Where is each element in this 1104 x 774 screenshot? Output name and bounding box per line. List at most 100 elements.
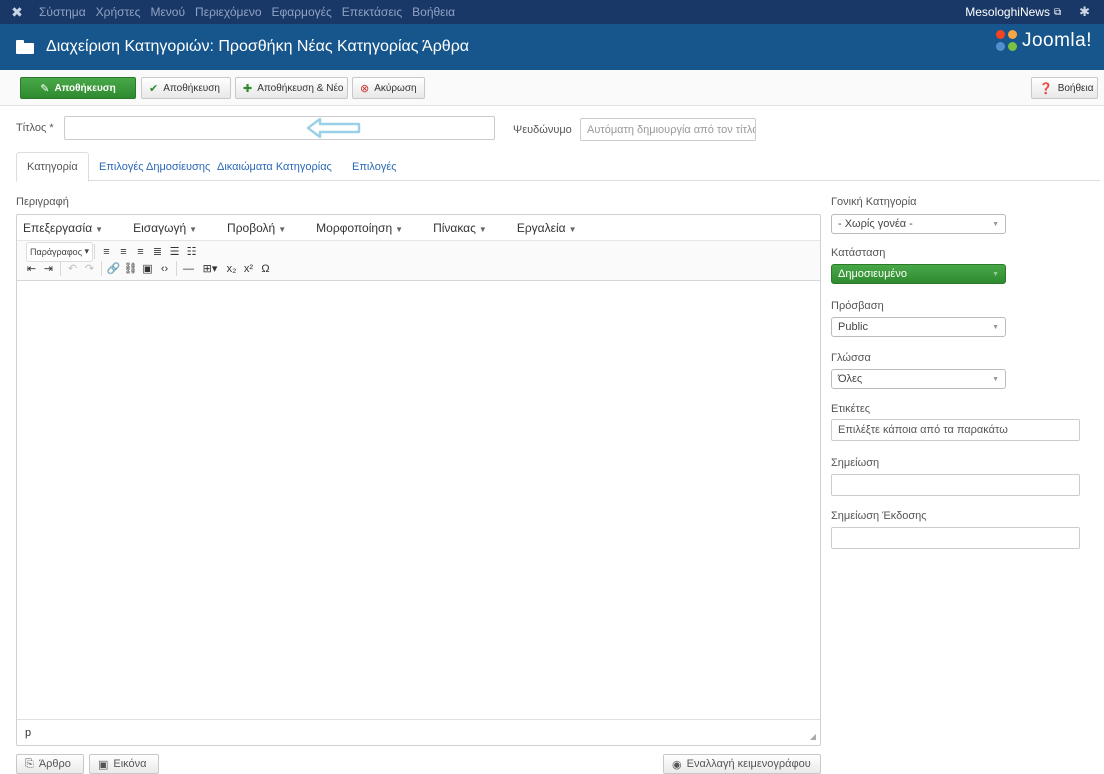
insert-image-button[interactable]: ▣ Εικόνα: [89, 754, 159, 774]
cancel-button-label: Ακύρωση: [374, 82, 417, 94]
language-value: Όλες: [838, 373, 863, 385]
toolbar-divider: [98, 261, 102, 276]
parent-label: Γονική Κατηγορία: [831, 196, 917, 208]
align-right-icon[interactable]: ≡: [132, 244, 149, 259]
tab-publishing[interactable]: Επιλογές Δημοσίευσης: [89, 152, 220, 181]
gear-icon[interactable]: ✱: [1079, 4, 1090, 20]
table-icon[interactable]: ⊞▾: [197, 261, 223, 276]
subscript-icon[interactable]: x₂: [223, 261, 240, 276]
note-input[interactable]: [831, 474, 1080, 496]
cancel-button[interactable]: ⊗ Ακύρωση: [352, 77, 425, 99]
editor-menu-insert[interactable]: Εισαγωγή ▼: [133, 221, 212, 235]
save-close-button[interactable]: ✔ Αποθήκευση: [141, 77, 231, 99]
editor-menu-format[interactable]: Μορφοποίηση ▼: [316, 221, 418, 235]
joomla-logo-text: Joomla!: [1021, 30, 1092, 51]
access-value: Public: [838, 321, 868, 333]
undo-icon[interactable]: ↶: [64, 261, 81, 276]
description-editor: Επεξεργασία ▼ Εισαγωγή ▼ Προβολή ▼ Μορφοποί…: [16, 214, 821, 746]
editor-toolbar: B I U S ≡ ≡ ≡ ≣ Παράγραφος ▾ ☰ ☷ ⇤ ⇥ ↶ ↷…: [17, 241, 820, 281]
status-value: Δημοσιευμένο: [838, 268, 907, 280]
format-select[interactable]: Παράγραφος ▾: [26, 241, 94, 262]
check-icon: ✔: [149, 82, 159, 95]
editor-content-area[interactable]: [17, 283, 820, 719]
code-icon[interactable]: ‹›: [156, 261, 173, 276]
question-icon: ❓: [1039, 82, 1053, 95]
superscript-icon[interactable]: x²: [240, 261, 257, 276]
editor-menubar: Επεξεργασία ▼ Εισαγωγή ▼ Προβολή ▼ Μορφοποί…: [17, 215, 820, 241]
tags-input[interactable]: Επιλέξτε κάποια από τα παρακάτω: [831, 419, 1080, 441]
version-note-label: Σημείωση Έκδοσης: [831, 510, 927, 522]
note-label: Σημείωση: [831, 457, 880, 469]
status-label: Κατάσταση: [831, 247, 886, 259]
cancel-icon: ⊗: [360, 82, 370, 95]
joomla-logo: Joomla!: [995, 30, 1092, 52]
insert-image-label: Εικόνα: [113, 758, 147, 770]
toggle-editor-label: Εναλλαγή κειμενογράφου: [686, 758, 811, 770]
menu-system[interactable]: Σύστημα: [34, 5, 91, 19]
menu-content[interactable]: Περιεχόμενο: [190, 5, 266, 19]
form-tabs: Κατηγορία Επιλογές Δημοσίευσης Δικαιώματ…: [16, 152, 1100, 182]
numbered-list-icon[interactable]: ☷: [183, 244, 200, 259]
title-input[interactable]: [64, 116, 495, 140]
element-path[interactable]: p: [25, 727, 31, 739]
folder-icon: [16, 40, 34, 54]
resize-handle-icon[interactable]: ◢: [810, 732, 816, 741]
site-name-link[interactable]: MesologhiNews: [965, 5, 1050, 19]
editor-menu-view[interactable]: Προβολή ▼: [227, 221, 301, 235]
status-select[interactable]: Δημοσιευμένο ▼: [831, 264, 1006, 284]
save-new-button[interactable]: ✚ Αποθήκευση & Νέο: [235, 77, 348, 99]
indent-icon[interactable]: ⇥: [40, 261, 57, 276]
plus-icon: ✚: [243, 82, 253, 95]
page-header: Διαχείριση Κατηγοριών: Προσθήκη Νέας Κατ…: [0, 24, 1104, 70]
joomla-logo-icon: [995, 30, 1018, 52]
tab-permissions[interactable]: Δικαιώματα Κατηγορίας: [207, 152, 342, 181]
align-left-icon[interactable]: ≡: [98, 244, 115, 259]
eye-icon: ◉: [672, 758, 682, 771]
joomla-icon[interactable]: ✖: [0, 0, 34, 24]
alias-input[interactable]: Αυτόματη δημιουργία από τον τίτλο: [580, 118, 756, 141]
editor-menu-tools[interactable]: Εργαλεία ▼: [517, 221, 592, 235]
version-note-input[interactable]: [831, 527, 1080, 549]
access-label: Πρόσβαση: [831, 300, 884, 312]
chevron-down-icon: ▼: [992, 220, 999, 228]
menu-components[interactable]: Εφαρμογές: [267, 5, 337, 19]
link-icon[interactable]: 🔗: [105, 261, 122, 276]
title-label: Τίτλος *: [16, 122, 54, 134]
align-justify-icon[interactable]: ≣: [149, 244, 166, 259]
chevron-down-icon: ▼: [992, 270, 999, 278]
main-menu: Σύστημα Χρήστες Μενού Περιεχόμενο Εφαρμο…: [34, 0, 460, 24]
insert-article-button[interactable]: ⎘ Άρθρο: [16, 754, 84, 774]
align-center-icon[interactable]: ≡: [115, 244, 132, 259]
file-add-icon: ⎘: [25, 757, 34, 770]
save-new-button-label: Αποθήκευση & Νέο: [257, 82, 344, 94]
save-button[interactable]: ✎ Αποθήκευση: [20, 77, 136, 99]
chevron-down-icon: ▼: [992, 323, 999, 331]
language-select[interactable]: Όλες ▼: [831, 369, 1006, 389]
menu-help[interactable]: Βοήθεια: [407, 5, 460, 19]
editor-menu-edit[interactable]: Επεξεργασία ▼: [23, 221, 118, 235]
arrow-left-icon: [306, 117, 361, 139]
menu-extensions[interactable]: Επεκτάσεις: [337, 5, 407, 19]
menu-menus[interactable]: Μενού: [145, 5, 190, 19]
toolbar-divider: [173, 261, 177, 276]
tags-label: Ετικέτες: [831, 403, 871, 415]
editor-menu-table[interactable]: Πίνακας ▼: [433, 221, 502, 235]
parent-category-value: - Χωρίς γονέα -: [838, 218, 913, 230]
chevron-down-icon: ▼: [992, 375, 999, 383]
outdent-icon[interactable]: ⇤: [23, 261, 40, 276]
tab-options[interactable]: Επιλογές: [342, 152, 407, 181]
access-select[interactable]: Public ▼: [831, 317, 1006, 337]
tab-category[interactable]: Κατηγορία: [16, 152, 89, 182]
toggle-editor-button[interactable]: ◉ Εναλλαγή κειμενογράφου: [663, 754, 821, 774]
edit-icon: ✎: [40, 82, 50, 95]
admin-menu-bar: ✖ Σύστημα Χρήστες Μενού Περιεχόμενο Εφαρ…: [0, 0, 1104, 24]
redo-icon[interactable]: ↷: [81, 261, 98, 276]
menu-users[interactable]: Χρήστες: [91, 5, 146, 19]
unlink-icon[interactable]: ⛓: [122, 261, 139, 276]
horizontal-rule-icon[interactable]: —: [180, 261, 197, 276]
help-button[interactable]: ❓ Βοήθεια: [1031, 77, 1098, 99]
special-character-icon[interactable]: Ω: [257, 261, 274, 276]
bullet-list-icon[interactable]: ☰: [166, 244, 183, 259]
image-icon[interactable]: ▣: [139, 261, 156, 276]
parent-category-select[interactable]: - Χωρίς γονέα - ▼: [831, 214, 1006, 234]
